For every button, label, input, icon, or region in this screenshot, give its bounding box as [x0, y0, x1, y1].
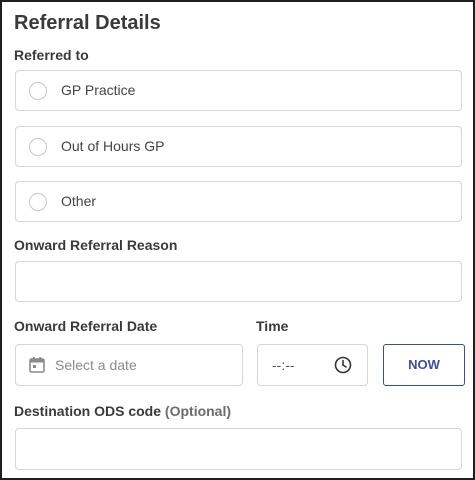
- onward-referral-reason-input[interactable]: [15, 261, 462, 302]
- radio-option-label: GP Practice: [61, 82, 136, 98]
- radio-option-label: Out of Hours GP: [61, 138, 165, 154]
- time-input[interactable]: --:--: [257, 344, 368, 386]
- radio-option-label: Other: [61, 193, 97, 209]
- referred-to-label: Referred to: [14, 47, 89, 63]
- onward-referral-reason-label: Onward Referral Reason: [14, 237, 178, 253]
- now-button[interactable]: NOW: [383, 344, 465, 386]
- destination-ods-code-label: Destination ODS code (Optional): [14, 403, 231, 419]
- onward-referral-date-label: Onward Referral Date: [14, 318, 158, 334]
- time-placeholder: --:--: [272, 357, 295, 373]
- clock-icon[interactable]: [334, 356, 352, 374]
- radio-button[interactable]: [29, 193, 47, 211]
- destination-ods-code-input[interactable]: [15, 428, 462, 470]
- radio-option-out-of-hours-gp[interactable]: Out of Hours GP: [15, 126, 462, 167]
- optional-tag: (Optional): [164, 403, 232, 419]
- radio-option-other[interactable]: Other: [15, 181, 462, 222]
- referral-details-panel: Referral Details Referred to GP Practice…: [0, 0, 475, 480]
- time-label: Time: [256, 318, 289, 334]
- radio-button[interactable]: [29, 82, 47, 100]
- radio-option-gp-practice[interactable]: GP Practice: [15, 70, 462, 111]
- onward-referral-date-input[interactable]: Select a date: [15, 344, 243, 386]
- radio-button[interactable]: [29, 138, 47, 156]
- date-placeholder: Select a date: [55, 357, 137, 373]
- page-title: Referral Details: [14, 12, 161, 34]
- destination-ods-code-label-text: Destination ODS code: [14, 403, 162, 419]
- calendar-icon[interactable]: [28, 356, 46, 374]
